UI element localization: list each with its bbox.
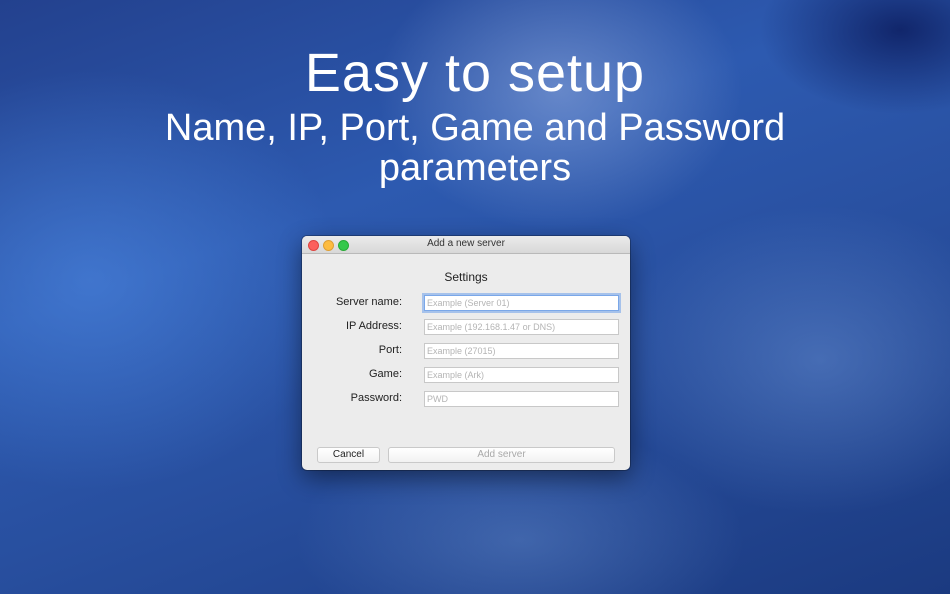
server-name-label: Server name: xyxy=(335,296,402,308)
port-row: Port: xyxy=(302,343,630,359)
window-title: Add a new server xyxy=(427,238,505,249)
add-server-button[interactable]: Add server xyxy=(388,447,615,463)
headline-subtitle: Name, IP, Port, Game and Password parame… xyxy=(164,107,786,189)
password-label: Password: xyxy=(350,392,402,404)
ip-address-label: IP Address: xyxy=(345,320,402,332)
settings-heading: Settings xyxy=(444,270,488,284)
cancel-button[interactable]: Cancel xyxy=(317,447,380,463)
headline-title: Easy to setup xyxy=(304,43,646,103)
port-label: Port: xyxy=(378,344,402,356)
game-row: Game: xyxy=(302,367,630,383)
add-server-window: Add a new server Settings Server name: I… xyxy=(302,236,630,470)
ip-address-field[interactable] xyxy=(424,319,619,335)
game-label: Game: xyxy=(368,368,402,380)
window-titlebar[interactable]: Add a new server xyxy=(302,236,630,254)
server-name-field[interactable] xyxy=(424,295,619,311)
ip-address-row: IP Address: xyxy=(302,319,630,335)
server-name-row: Server name: xyxy=(302,295,630,311)
password-field[interactable] xyxy=(424,391,619,407)
game-field[interactable] xyxy=(424,367,619,383)
port-field[interactable] xyxy=(424,343,619,359)
password-row: Password: xyxy=(302,391,630,407)
